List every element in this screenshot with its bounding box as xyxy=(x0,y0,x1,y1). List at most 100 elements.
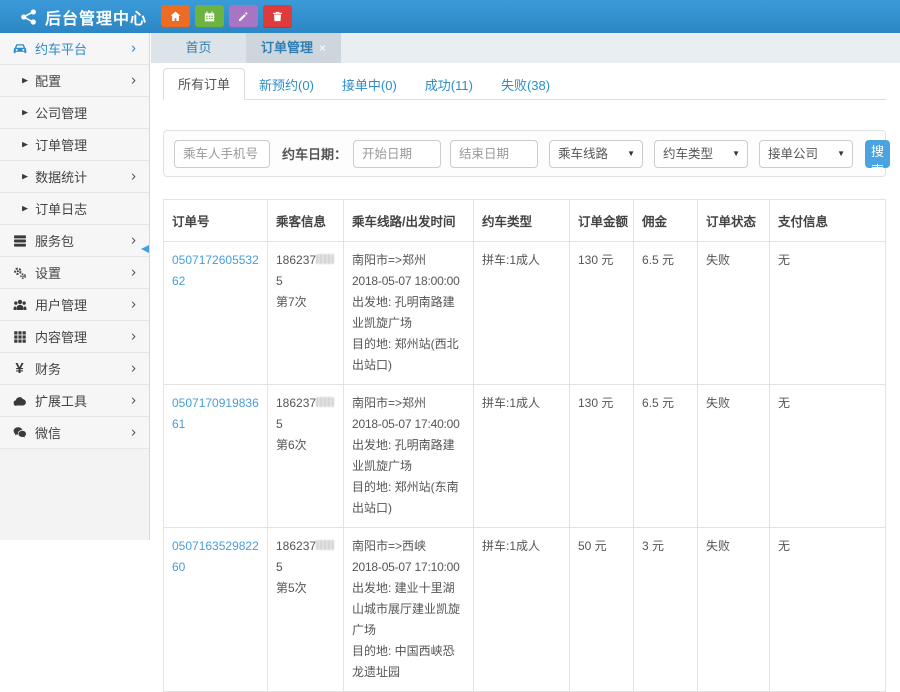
sidebar-item-label: 数据统计 xyxy=(35,167,87,186)
type-cell: 拼车:1成人 xyxy=(474,242,570,385)
sidebar-item-label: 订单日志 xyxy=(35,199,87,218)
sidebar-item-label: 内容管理 xyxy=(35,327,87,346)
company-select[interactable]: 接单公司▼ xyxy=(759,140,853,168)
route-cell: 南阳市=>西峡2018-05-07 17:10:00出发地: 建业十里湖山城市展… xyxy=(344,528,474,692)
sidebar-item-扩展工具[interactable]: 扩展工具› xyxy=(0,385,149,417)
status-tab-成功(11)[interactable]: 成功(11) xyxy=(411,70,487,100)
pencil-button[interactable] xyxy=(229,5,258,28)
sidebar-item-内容管理[interactable]: 内容管理› xyxy=(0,321,149,353)
passenger-cell: 1862375第7次 xyxy=(268,242,344,385)
sidebar-item-订单管理[interactable]: ▶订单管理 xyxy=(0,129,149,161)
sidebar-item-label: 服务包 xyxy=(35,231,74,250)
sidebar-item-设置[interactable]: 设置 › xyxy=(0,257,149,289)
route-line: 南阳市=>西峡 xyxy=(352,536,465,557)
chevron-right-icon: › xyxy=(131,359,136,376)
sidebar-item-服务包[interactable]: 服务包› xyxy=(0,225,149,257)
order-status-tabs: 所有订单新预约(0)接单中(0)成功(11)失败(38) xyxy=(163,71,886,100)
commission-cell: 6.5 元 xyxy=(634,385,698,528)
sidebar-item-label: 订单管理 xyxy=(35,135,87,154)
payment-cell: 无 xyxy=(770,242,886,385)
chevron-right-icon: › xyxy=(131,167,136,184)
status-tab-接单中(0)[interactable]: 接单中(0) xyxy=(328,70,411,100)
start-date-input[interactable] xyxy=(353,140,441,168)
users-icon xyxy=(11,296,28,313)
trash-button[interactable] xyxy=(263,5,292,28)
calendar-button[interactable] xyxy=(195,5,224,28)
order-no-link[interactable]: 050716352982260 xyxy=(172,539,259,574)
column-header-乘客信息: 乘客信息 xyxy=(268,200,344,242)
end-date-input[interactable] xyxy=(450,140,538,168)
sidebar-item-约车平台[interactable]: 约车平台 › xyxy=(0,33,149,65)
wechat-icon xyxy=(11,424,28,441)
home-button[interactable] xyxy=(161,5,190,28)
column-header-佣金: 佣金 xyxy=(634,200,698,242)
passenger-cell: 1862375第5次 xyxy=(268,528,344,692)
status-cell: 失败 xyxy=(698,385,770,528)
pencil-icon xyxy=(237,10,250,23)
booking-type-select[interactable]: 约车类型▼ xyxy=(654,140,748,168)
filter-selects: 乘车线路▼ 约车类型▼ 接单公司▼ xyxy=(538,140,853,168)
payment-cell: 无 xyxy=(770,528,886,692)
close-icon[interactable]: × xyxy=(319,41,326,55)
chevron-right-icon: › xyxy=(131,391,136,408)
sidebar-item-配置[interactable]: ▶配置› xyxy=(0,65,149,97)
submenu-triangle-icon: ▶ xyxy=(22,172,28,180)
status-tab-新预约(0)[interactable]: 新预约(0) xyxy=(245,70,328,100)
table-row: 050716352982260 1862375第5次南阳市=>西峡2018-05-… xyxy=(164,528,886,692)
chevron-right-icon: › xyxy=(131,263,136,280)
sidebar-item-label: 设置 xyxy=(35,263,61,282)
sidebar-item-label: 约车平台 xyxy=(35,39,87,58)
sidebar: 约车平台›▶配置›▶公司管理▶订单管理▶数据统计›▶订单日志服务包›设置›用户管… xyxy=(0,33,150,540)
share-logo-icon xyxy=(20,8,38,26)
destination: 目的地: 中国西峡恐龙遗址园 xyxy=(352,641,465,683)
submenu-triangle-icon: ▶ xyxy=(22,108,28,116)
order-no-link[interactable]: 050717260553262 xyxy=(172,253,259,288)
sidebar-item-财务[interactable]: ¥财务› xyxy=(0,353,149,385)
top-header: 后台管理中心 xyxy=(0,0,900,33)
sidebar-item-label: 微信 xyxy=(35,423,61,442)
column-header-约车类型: 约车类型 xyxy=(474,200,570,242)
search-button[interactable]: 搜索 xyxy=(865,140,890,168)
sidebar-item-用户管理[interactable]: 用户管理› xyxy=(0,289,149,321)
window-tab-首页[interactable]: 首页 xyxy=(151,33,246,63)
route-line: 南阳市=>郑州 xyxy=(352,393,465,414)
tab-label: 订单管理 xyxy=(261,40,313,55)
destination: 目的地: 郑州站(东南出站口) xyxy=(352,477,465,519)
select-value: 约车类型 xyxy=(663,147,713,161)
select-value: 乘车线路 xyxy=(558,147,608,161)
chevron-right-icon: › xyxy=(131,71,136,88)
ride-line-select[interactable]: 乘车线路▼ xyxy=(549,140,643,168)
column-header-订单状态: 订单状态 xyxy=(698,200,770,242)
departure-place: 出发地: 孔明南路建业凯旋广场 xyxy=(352,435,465,477)
sidebar-collapse-arrow[interactable] xyxy=(141,245,149,253)
sidebar-item-公司管理[interactable]: ▶公司管理 xyxy=(0,97,149,129)
commission-cell: 6.5 元 xyxy=(634,242,698,385)
column-header-支付信息: 支付信息 xyxy=(770,200,886,242)
filter-bar: 约车日期： 乘车线路▼约车类型▼接单公司▼ 搜索 xyxy=(163,130,886,177)
content-panel: 所有订单新预约(0)接单中(0)成功(11)失败(38) 约车日期： 乘车线路▼… xyxy=(151,63,900,540)
orders-table-header-row: 订单号乘客信息乘车线路/出发时间约车类型订单金额佣金订单状态支付信息 xyxy=(164,200,886,242)
trash-icon xyxy=(271,10,284,23)
status-tab-失败(38)[interactable]: 失败(38) xyxy=(487,70,564,100)
order-no-cell: 050717260553262 xyxy=(164,242,268,385)
main-area: 首页订单管理× 所有订单新预约(0)接单中(0)成功(11)失败(38) 约车日… xyxy=(151,33,900,540)
window-tabbar: 首页订单管理 × xyxy=(151,33,900,63)
status-tab-所有订单[interactable]: 所有订单 xyxy=(163,68,245,100)
type-cell: 拼车:1成人 xyxy=(474,385,570,528)
order-no-link[interactable]: 050717091983661 xyxy=(172,396,259,431)
app-title: 后台管理中心 xyxy=(45,5,147,29)
departure-place: 出发地: 孔明南路建业凯旋广场 xyxy=(352,292,465,334)
chevron-right-icon: › xyxy=(131,295,136,312)
sidebar-item-订单日志[interactable]: ▶ 订单日志 xyxy=(0,193,149,225)
departure-place: 出发地: 建业十里湖山城市展厅建业凯旋广场 xyxy=(352,578,465,641)
departure-time: 2018-05-07 18:00:00 xyxy=(352,271,465,292)
window-tab-订单管理[interactable]: 订单管理 × xyxy=(246,33,341,63)
sidebar-item-数据统计[interactable]: ▶ 数据统计 › xyxy=(0,161,149,193)
passenger-phone-input[interactable] xyxy=(174,140,270,168)
submenu-triangle-icon: ▶ xyxy=(22,204,28,212)
grid-icon xyxy=(11,328,28,345)
order-no-cell: 050717091983661 xyxy=(164,385,268,528)
sidebar-item-微信[interactable]: 微信› xyxy=(0,417,149,449)
chevron-right-icon: › xyxy=(131,39,136,56)
table-row: 0507170919836611862375第6次南阳市=>郑州2018-05-… xyxy=(164,385,886,528)
